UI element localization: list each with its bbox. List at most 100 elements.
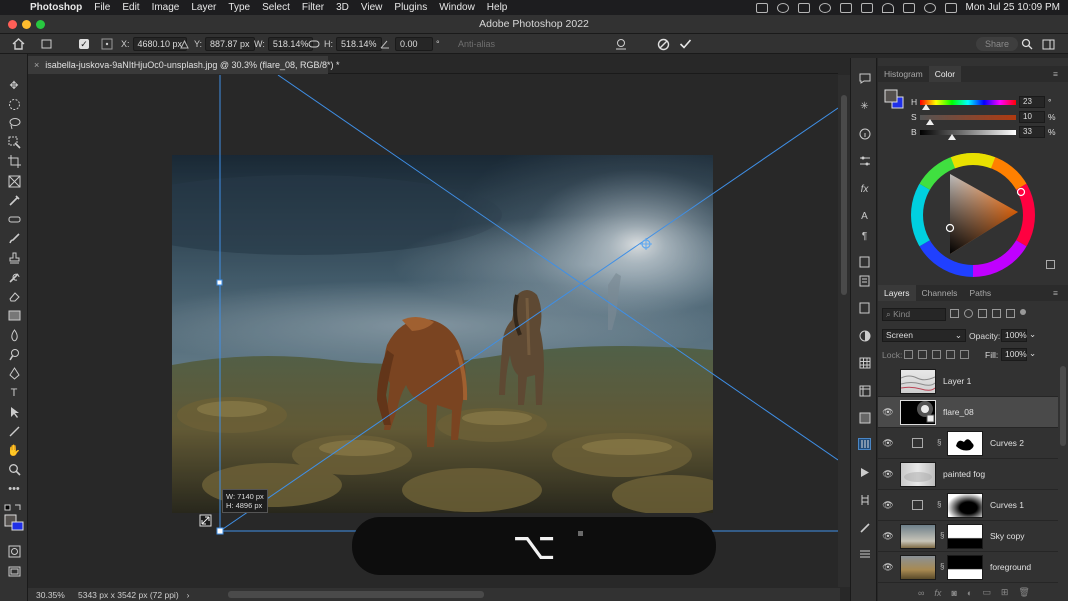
document-tab[interactable]: × isabella-juskova-9aNItHjuOc0-unsplash.…	[28, 56, 340, 74]
libraries-icon[interactable]: ✳	[858, 100, 871, 112]
saturation-thumb[interactable]	[925, 119, 934, 125]
workspace-icon[interactable]	[1042, 34, 1055, 54]
frame-tool-icon[interactable]	[6, 174, 22, 188]
x-position-field[interactable]: 4680.10 px	[132, 37, 188, 51]
mask-link-icon[interactable]: §	[940, 531, 944, 540]
filter-type-icon[interactable]	[978, 309, 987, 318]
eye-visibility-icon[interactable]: 👁	[882, 469, 894, 479]
y-position-field[interactable]: 887.87 px	[205, 37, 255, 51]
brightness-thumb[interactable]	[947, 134, 956, 140]
new-layer-icon[interactable]: ⊞	[1001, 587, 1009, 598]
warp-mode-icon[interactable]	[614, 34, 628, 54]
opacity-field[interactable]: 100%	[1001, 329, 1027, 342]
hue-value-field[interactable]: 23	[1019, 96, 1045, 108]
delete-layer-icon[interactable]: 🗑	[1018, 587, 1029, 598]
menu-image[interactable]: Image	[148, 2, 188, 13]
tab-paths[interactable]: Paths	[963, 285, 997, 301]
glyphs-icon[interactable]	[858, 275, 871, 287]
adjustment-layer-icon[interactable]	[858, 330, 871, 342]
brightness-value-field[interactable]: 33	[1019, 126, 1045, 138]
panel-menu-icon[interactable]: ≡	[1047, 66, 1064, 82]
color-panel-expand-icon[interactable]	[1046, 260, 1055, 269]
blend-mode-select[interactable]: Screen ⌄	[882, 329, 966, 342]
commit-transform-icon[interactable]	[679, 34, 692, 54]
marquee-tool-icon[interactable]	[6, 97, 22, 111]
tab-layers[interactable]: Layers	[878, 285, 916, 301]
new-group-icon[interactable]: ▭	[982, 587, 991, 598]
gradients-icon[interactable]	[858, 412, 871, 424]
add-mask-icon[interactable]: ◙	[951, 588, 956, 598]
spot-healing-tool-icon[interactable]	[6, 212, 22, 226]
layer-row-foreground[interactable]: 👁 § foreground	[878, 552, 1058, 583]
new-adjustment-layer-icon[interactable]: ◐	[967, 588, 972, 598]
transform-bounding-box[interactable]	[28, 75, 838, 587]
status-menu-arrow[interactable]: ›	[187, 590, 190, 600]
filter-smart-object-icon[interactable]	[1006, 309, 1015, 318]
eye-visibility-icon[interactable]: 👁	[882, 531, 894, 541]
layer-filter-kind-field[interactable]: ⌕ Kind	[882, 308, 946, 321]
zoom-window-button[interactable]	[36, 20, 45, 29]
more-tools-icon[interactable]: •••	[6, 482, 22, 496]
screen-record-icon[interactable]	[755, 2, 768, 13]
notes-icon[interactable]	[858, 256, 871, 268]
mask-link-icon[interactable]: §	[940, 562, 944, 571]
clone-stamp-tool-icon[interactable]	[6, 251, 22, 265]
layer-row-painted-fog[interactable]: 👁 painted fog	[878, 459, 1058, 490]
creative-cloud-icon[interactable]	[776, 2, 789, 13]
horizontal-scrollbar[interactable]	[228, 591, 484, 598]
tab-color[interactable]: Color	[928, 66, 962, 82]
tab-histogram[interactable]: Histogram	[878, 66, 929, 82]
brushes-icon[interactable]	[858, 522, 871, 534]
menu-type[interactable]: Type	[224, 2, 258, 13]
zoom-level[interactable]: 30.35%	[36, 590, 74, 600]
eye-visibility-icon[interactable]: 👁	[882, 500, 894, 510]
display-icon[interactable]	[839, 2, 852, 13]
properties-info-icon[interactable]	[858, 128, 871, 140]
dropbox-icon[interactable]	[797, 2, 810, 13]
menu-window[interactable]: Window	[435, 2, 483, 13]
vpn-icon[interactable]	[818, 2, 831, 13]
filter-shape-icon[interactable]	[992, 309, 1001, 318]
zoom-tool-icon[interactable]	[6, 462, 22, 476]
reference-point-grid-icon[interactable]	[101, 34, 113, 54]
color-wheel[interactable]	[908, 150, 1038, 280]
layer-row-curves-2[interactable]: 👁 § Curves 2	[878, 428, 1058, 459]
saturation-value-field[interactable]: 10	[1019, 111, 1045, 123]
brush-settings-icon[interactable]	[858, 548, 871, 560]
color-swatches[interactable]	[3, 503, 25, 531]
menubar-clock[interactable]: Mon Jul 25 10:09 PM	[966, 2, 1061, 13]
reference-point-handle[interactable]	[640, 238, 652, 250]
history-icon[interactable]	[858, 494, 871, 506]
wifi-icon[interactable]	[881, 2, 894, 13]
filter-pixel-icon[interactable]	[950, 309, 959, 318]
pen-tool-icon[interactable]	[6, 366, 22, 380]
search-icon[interactable]	[1021, 34, 1033, 54]
layer-row-sky-copy[interactable]: 👁 § Sky copy	[878, 521, 1058, 552]
rotation-angle-field[interactable]: 0.00	[395, 37, 433, 51]
control-center-icon[interactable]	[944, 2, 957, 13]
comments-icon[interactable]	[858, 72, 871, 84]
spotlight-icon[interactable]	[923, 2, 936, 13]
close-document-icon[interactable]: ×	[34, 60, 39, 70]
history-brush-tool-icon[interactable]	[6, 270, 22, 284]
height-percent-field[interactable]: 518.14%	[336, 37, 382, 51]
brightness-track[interactable]	[920, 130, 1016, 135]
gradient-tool-icon[interactable]	[6, 308, 22, 322]
transform-tool-icon[interactable]	[40, 34, 53, 54]
bookmark-icon[interactable]	[860, 2, 873, 13]
brightness-slider[interactable]: B 33 %	[878, 126, 1068, 140]
swatches-grid-icon[interactable]	[858, 357, 871, 369]
eye-visibility-icon[interactable]: 👁	[882, 407, 894, 417]
eye-visibility-icon[interactable]: 👁	[882, 438, 894, 448]
menu-3d[interactable]: 3D	[332, 2, 357, 13]
screen-mode-icon[interactable]	[6, 564, 22, 578]
menu-select[interactable]: Select	[258, 2, 298, 13]
filter-adjustment-icon[interactable]	[964, 309, 973, 318]
fill-field[interactable]: 100%	[1001, 348, 1027, 361]
transform-handle-left[interactable]	[216, 279, 223, 286]
line-tool-icon[interactable]	[6, 424, 22, 438]
move-tool-icon[interactable]: ✥	[6, 78, 22, 92]
export-icon[interactable]	[858, 302, 871, 314]
quick-mask-icon[interactable]	[6, 544, 22, 558]
actions-play-icon[interactable]	[858, 466, 871, 478]
